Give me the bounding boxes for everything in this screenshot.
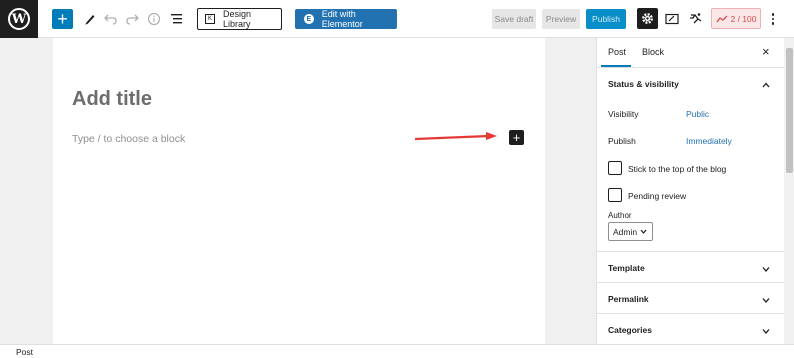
active-tab-indicator — [601, 65, 631, 67]
undo-button[interactable] — [101, 9, 121, 29]
undo-icon — [104, 14, 117, 25]
seo-score-button[interactable]: 2 / 100 — [711, 8, 761, 29]
add-block-button[interactable]: + — [52, 9, 73, 29]
sticky-label: Stick to the top of the blog — [628, 164, 727, 174]
visibility-label: Visibility — [608, 109, 639, 119]
editor-canvas: Add title Type / to choose a block + — [53, 38, 545, 344]
edit-with-elementor-label: Edit with Elementor — [321, 9, 363, 29]
gear-icon — [642, 13, 653, 24]
block-breadcrumb-bar: Post — [0, 344, 794, 358]
sidebar-scroll-thumb[interactable] — [786, 48, 793, 173]
runner-icon — [690, 13, 702, 24]
breadcrumb-post[interactable]: Post — [16, 347, 33, 357]
chevron-down-icon — [640, 229, 647, 234]
block-appender[interactable]: Type / to choose a block — [72, 133, 185, 145]
pending-review-label: Pending review — [628, 191, 687, 201]
panel-divider — [597, 313, 784, 314]
pending-review-checkbox[interactable] — [608, 188, 622, 202]
chevron-down-icon — [762, 298, 770, 303]
sticky-checkbox[interactable] — [608, 161, 622, 175]
panel-permalink-heading: Permalink — [608, 294, 649, 304]
tab-post[interactable]: Post — [608, 47, 626, 57]
save-draft-button[interactable]: Save draft — [492, 9, 536, 29]
plus-icon: + — [512, 130, 521, 145]
list-view-button[interactable] — [167, 9, 187, 29]
list-view-icon — [171, 14, 182, 24]
panel-categories-heading: Categories — [608, 325, 652, 335]
close-icon[interactable]: × — [762, 44, 770, 59]
elementor-icon: E — [304, 14, 314, 24]
preview-button[interactable]: Preview — [542, 9, 580, 29]
seo-runner-button[interactable] — [686, 9, 706, 29]
wordpress-logo-mark: W — [8, 8, 30, 30]
preview-device-button[interactable] — [662, 9, 682, 29]
edit-with-elementor-button[interactable]: E Edit with Elementor — [295, 9, 397, 29]
library-icon: K — [205, 14, 215, 24]
author-label: Author — [608, 211, 632, 220]
chevron-down-icon — [762, 329, 770, 334]
publish-button[interactable]: Publish — [586, 9, 626, 29]
info-icon — [147, 12, 161, 26]
chevron-down-icon — [762, 267, 770, 272]
publish-date-link[interactable]: Immediately — [686, 136, 732, 146]
design-library-label: Design Library — [223, 9, 252, 29]
preview-device-icon — [665, 13, 679, 25]
tools-button[interactable] — [80, 9, 100, 29]
author-selected-value: Admin — [613, 226, 638, 237]
inline-add-block-button[interactable]: + — [509, 130, 524, 145]
post-title-input[interactable]: Add title — [72, 88, 152, 111]
more-vertical-icon[interactable] — [766, 10, 780, 28]
details-button[interactable] — [144, 9, 164, 29]
panel-status-visibility-heading: Status & visibility — [608, 79, 679, 89]
panel-divider — [597, 282, 784, 283]
settings-sidebar: Post Block × Status & visibility Visibil… — [596, 38, 794, 344]
plus-icon: + — [57, 9, 68, 29]
redo-icon — [126, 14, 139, 25]
wordpress-logo[interactable]: W — [0, 0, 38, 38]
sidebar-tabs: Post Block × — [597, 38, 784, 68]
visibility-value-link[interactable]: Public — [686, 109, 709, 119]
author-select[interactable]: Admin — [608, 222, 653, 241]
tab-block[interactable]: Block — [642, 47, 664, 57]
seo-score-label: 2 / 100 — [730, 13, 757, 24]
panel-divider — [597, 251, 784, 252]
design-library-button[interactable]: K Design Library — [197, 8, 282, 30]
sidebar-scrollbar[interactable] — [784, 38, 794, 344]
chevron-up-icon — [762, 82, 770, 88]
pencil-icon — [85, 15, 95, 25]
annotation-arrow-icon — [414, 132, 497, 141]
publish-label: Publish — [608, 136, 636, 146]
redo-button[interactable] — [122, 9, 142, 29]
panel-template-heading: Template — [608, 263, 645, 273]
editor-toolbar: W + K Design Library E Edit with Element… — [0, 0, 794, 38]
score-icon — [715, 15, 727, 22]
settings-button[interactable] — [637, 8, 658, 29]
